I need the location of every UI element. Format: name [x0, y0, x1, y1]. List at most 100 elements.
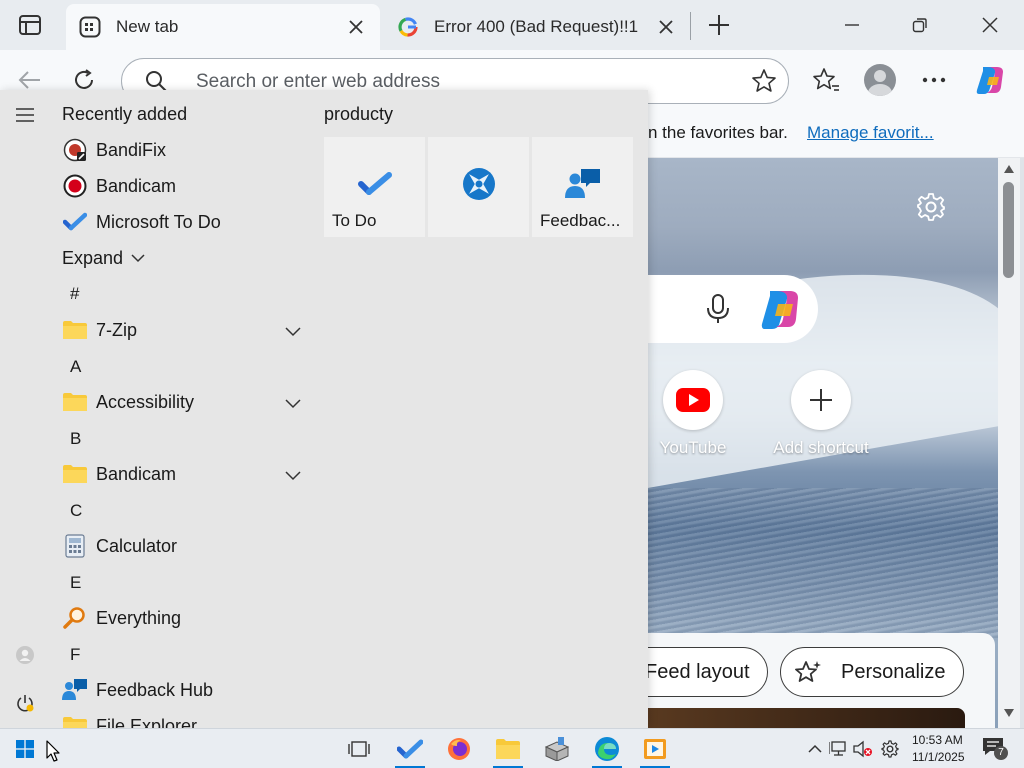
app-label: Microsoft To Do [96, 211, 221, 232]
copilot-button[interactable] [972, 62, 1008, 98]
taskbar-app-installer[interactable] [538, 733, 576, 765]
power-button[interactable] [8, 686, 42, 720]
tray-settings-button[interactable] [880, 739, 900, 759]
bandifix-icon [62, 137, 88, 163]
close-window-button[interactable] [970, 6, 1010, 44]
favorites-button[interactable] [808, 62, 844, 98]
folder-icon [62, 317, 88, 343]
microphone-icon [707, 294, 729, 323]
app-label: Bandicam [96, 175, 177, 196]
voice-search-button[interactable] [700, 291, 736, 327]
list-item-feedback-hub[interactable]: Feedback Hub [62, 672, 302, 708]
show-hidden-icons-button[interactable] [805, 739, 825, 759]
tab-new-tab[interactable]: New tab [66, 4, 380, 50]
user-account-button[interactable] [8, 638, 42, 672]
add-favorite-button[interactable] [750, 67, 778, 95]
list-item-calculator[interactable]: Calculator [62, 528, 302, 564]
page-scrollbar[interactable] [998, 158, 1020, 728]
chevron-down-icon[interactable] [284, 466, 302, 484]
taskbar-clock[interactable]: 10:53 AM 11/1/2025 [912, 732, 965, 766]
taskbar-app-media-player[interactable] [636, 733, 674, 768]
tab-actions-button[interactable] [14, 10, 46, 40]
start-button[interactable] [6, 733, 44, 765]
list-item-bandifix[interactable]: BandiFix [62, 132, 302, 168]
add-shortcut-button[interactable]: Add shortcut [761, 370, 881, 458]
tile-to-do[interactable]: To Do [324, 137, 425, 237]
tile-compass-app[interactable] [428, 137, 529, 237]
power-icon [17, 695, 34, 712]
list-item-everything[interactable]: Everything [62, 600, 302, 636]
letter-header-a[interactable]: A [70, 357, 81, 377]
network-status-button[interactable] [829, 739, 849, 759]
edge-browser-icon [595, 737, 619, 761]
plus-icon [810, 389, 832, 411]
scroll-thumb[interactable] [1003, 182, 1014, 278]
avatar [864, 64, 896, 96]
app-label: Calculator [96, 535, 178, 556]
copilot-icon[interactable] [756, 285, 804, 333]
list-item-microsoft-to-do[interactable]: Microsoft To Do [62, 204, 302, 240]
recently-added-heading: Recently added [62, 104, 188, 124]
personalize-button[interactable]: Personalize [780, 647, 964, 697]
shortcut-youtube[interactable]: YouTube [633, 370, 753, 458]
personalize-label: Personalize [841, 660, 946, 683]
settings-more-button[interactable] [916, 62, 952, 98]
letter-header-hash[interactable]: # [70, 284, 79, 304]
taskbar-app-todo[interactable] [391, 733, 429, 768]
list-item-bandicam[interactable]: Bandicam [62, 168, 302, 204]
shortcut-label: YouTube [659, 438, 727, 457]
scroll-down-arrow[interactable] [1002, 706, 1016, 720]
arrow-left-icon [18, 71, 40, 89]
letter-header-b[interactable]: B [70, 429, 81, 449]
letter-header-e[interactable]: E [70, 573, 81, 593]
list-item-accessibility-folder[interactable]: Accessibility [62, 384, 302, 420]
tab-actions-icon [19, 15, 41, 35]
list-item-bandicam-folder[interactable]: Bandicam [62, 456, 302, 492]
refresh-icon [75, 69, 93, 89]
task-view-button[interactable] [340, 733, 378, 765]
profile-button[interactable] [862, 62, 898, 98]
expand-label: Expand [62, 247, 124, 268]
letter-header-f[interactable]: F [70, 645, 80, 665]
bandicam-icon [62, 173, 88, 199]
todo-check-icon [397, 739, 423, 759]
notification-center-button[interactable]: 7 [982, 737, 1008, 761]
chevron-down-icon[interactable] [284, 394, 302, 412]
tab-error-400[interactable]: Error 400 (Bad Request)!!1 [384, 4, 690, 50]
news-card-preview[interactable] [640, 708, 965, 728]
calculator-icon [62, 533, 88, 559]
chevron-down-icon[interactable] [284, 322, 302, 340]
favorites-star-list-icon [813, 68, 839, 91]
app-label: Everything [96, 607, 182, 628]
manage-favorites-link[interactable]: Manage favorit... [807, 123, 934, 143]
new-tab-page-icon [78, 15, 102, 39]
youtube-icon [676, 388, 710, 412]
taskbar-app-edge[interactable] [588, 733, 626, 768]
expand-recent-button[interactable]: Expand [62, 240, 302, 276]
list-item-7zip-folder[interactable]: 7-Zip [62, 312, 302, 348]
app-label: Accessibility [96, 391, 195, 412]
close-tab-button[interactable] [342, 13, 370, 41]
app-label: 7-Zip [96, 319, 138, 340]
scroll-up-arrow[interactable] [1002, 162, 1016, 176]
start-menu-expand-button[interactable] [8, 98, 42, 132]
volume-button[interactable] [853, 739, 873, 759]
taskbar-app-firefox[interactable] [440, 733, 478, 765]
letter-header-c[interactable]: C [70, 501, 82, 521]
taskbar-app-file-explorer[interactable] [489, 733, 527, 768]
browser-titlebar: New tab Error 400 (Bad Request)!!1 [0, 0, 1024, 50]
tile-group-title[interactable]: producty [324, 104, 393, 125]
shortcut-icon-circle [791, 370, 851, 430]
speaker-muted-icon [853, 740, 872, 758]
app-label: Bandicam [96, 463, 177, 484]
minimize-button[interactable] [832, 6, 872, 44]
restore-button[interactable] [900, 6, 940, 44]
media-player-icon [644, 739, 666, 759]
close-tab-button[interactable] [652, 13, 680, 41]
new-tab-button[interactable] [702, 8, 736, 42]
app-label: File Explorer [96, 715, 198, 729]
clock-time: 10:53 AM [912, 733, 963, 747]
tile-feedback-hub[interactable]: Feedbac... [532, 137, 633, 237]
page-settings-button[interactable] [913, 189, 949, 225]
list-item-file-explorer[interactable]: File Explorer [62, 708, 302, 728]
